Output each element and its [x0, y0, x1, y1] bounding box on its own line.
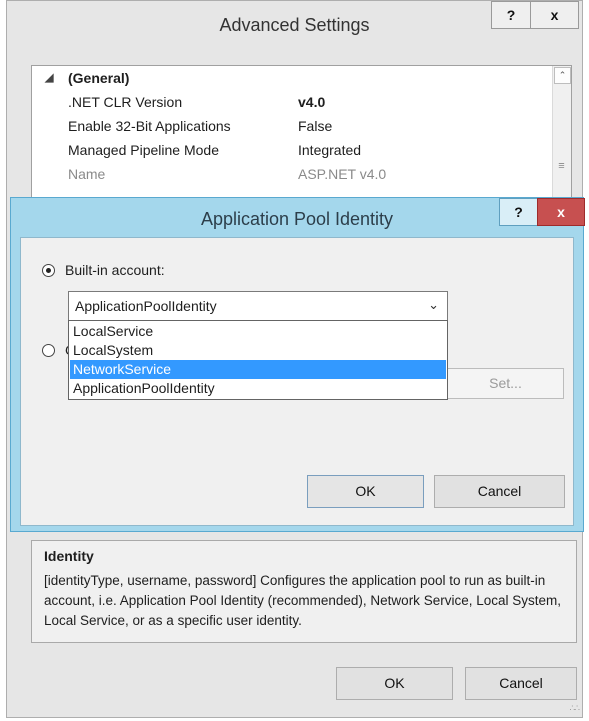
custom-account-radio[interactable] [42, 344, 55, 357]
scroll-grip-icon[interactable]: ≡ [556, 161, 567, 172]
chevron-down-icon[interactable]: ⌄ [428, 297, 439, 313]
property-name: Enable 32-Bit Applications [68, 118, 231, 134]
builtin-account-combobox[interactable]: ApplicationPoolIdentity ⌄ [68, 291, 448, 321]
property-row[interactable]: Managed Pipeline Mode Integrated [32, 138, 552, 162]
property-row[interactable]: Name ASP.NET v4.0 [32, 162, 552, 186]
vertical-scrollbar[interactable]: ⌃ ≡ [552, 66, 571, 197]
property-value: False [298, 118, 333, 134]
description-panel: Identity [identityType, username, passwo… [31, 540, 577, 643]
dropdown-option-localservice[interactable]: LocalService [70, 322, 446, 341]
dropdown-option-applicationpoolidentity[interactable]: ApplicationPoolIdentity [70, 379, 446, 398]
account-dropdown-list[interactable]: LocalService LocalSystem NetworkService … [68, 320, 448, 400]
collapse-triangle-icon[interactable]: ◢ [45, 66, 53, 90]
property-value: Integrated [298, 142, 362, 158]
ok-button[interactable]: OK [336, 667, 453, 700]
property-name: Managed Pipeline Mode [68, 142, 219, 158]
description-text: [identityType, username, password] Confi… [44, 573, 561, 628]
cancel-button[interactable]: Cancel [465, 667, 577, 700]
category-row-general[interactable]: ◢ (General) [32, 66, 552, 90]
builtin-account-label[interactable]: Built-in account: [65, 262, 165, 278]
combobox-value: ApplicationPoolIdentity [75, 298, 217, 314]
property-grid: ◢ (General) .NET CLR Version v4.0 Enable… [31, 65, 572, 198]
dropdown-option-localsystem[interactable]: LocalSystem [70, 341, 446, 360]
dialog-close-button[interactable]: x [537, 198, 585, 226]
description-title: Identity [44, 548, 94, 564]
property-name: .NET CLR Version [68, 94, 183, 110]
application-pool-identity-dialog: Application Pool Identity ? x Built-in a… [10, 197, 585, 532]
property-name: Name [68, 166, 106, 182]
help-button[interactable]: ? [491, 1, 531, 29]
category-label: (General) [68, 70, 130, 86]
dialog-cancel-button[interactable]: Cancel [434, 475, 565, 508]
property-row[interactable]: .NET CLR Version v4.0 [32, 90, 552, 114]
resize-grip-icon[interactable]: ∴∴ [570, 703, 581, 714]
dialog-client-area: Built-in account: C Set... ApplicationPo… [20, 237, 574, 526]
dialog-ok-button[interactable]: OK [307, 475, 424, 508]
dropdown-option-networkservice[interactable]: NetworkService [70, 360, 446, 379]
builtin-account-radio[interactable] [42, 264, 55, 277]
close-button[interactable]: x [530, 1, 579, 29]
set-button[interactable]: Set... [447, 368, 564, 399]
dialog-help-button[interactable]: ? [499, 198, 538, 226]
property-row[interactable]: Enable 32-Bit Applications False [32, 114, 552, 138]
property-value: v4.0 [298, 94, 326, 110]
scroll-up-arrow-icon[interactable]: ⌃ [554, 67, 571, 84]
dialog-title: Application Pool Identity [200, 209, 394, 229]
property-value: ASP.NET v4.0 [298, 166, 387, 182]
